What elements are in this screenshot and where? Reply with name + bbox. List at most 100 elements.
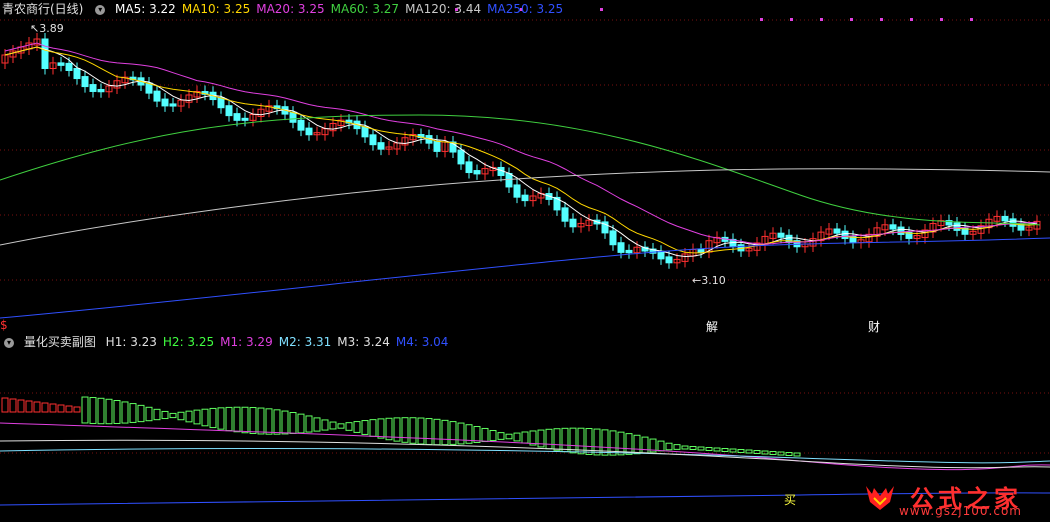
candlestick-chart[interactable] — [0, 0, 1050, 333]
histogram-bar — [481, 427, 489, 443]
histogram-bar — [369, 419, 377, 437]
histogram-bar — [345, 422, 353, 431]
sub-value-5: M4: 3.04 — [395, 335, 449, 349]
sub-value-3: M2: 3.31 — [278, 335, 332, 349]
histogram-bar — [265, 408, 273, 435]
histogram-bar — [33, 401, 41, 413]
histogram-bar — [425, 418, 433, 445]
histogram-bar — [473, 426, 481, 443]
histogram-bar — [361, 420, 369, 435]
histogram-bar — [177, 411, 185, 421]
histogram-bar — [305, 415, 313, 433]
histogram-bar — [105, 398, 113, 425]
ma-value-5: MA250: 3.25 — [487, 2, 564, 16]
histogram-bar — [689, 446, 697, 450]
ma-value-4: MA120: 3.44 — [405, 2, 482, 16]
histogram-bar — [65, 405, 73, 413]
histogram-bar — [25, 400, 33, 413]
candle-body — [377, 142, 385, 150]
candle-body — [897, 226, 905, 235]
histogram-bar — [17, 399, 25, 413]
jie-marker: 解 — [706, 320, 719, 334]
histogram-bar — [289, 411, 297, 435]
histogram-bar — [657, 440, 665, 452]
histogram-bar — [441, 419, 449, 446]
main-chart-panel[interactable]: 青农商行(日线) ▾ MA5: 3.22 MA10: 3.25 MA20: 3.25… — [0, 0, 1050, 334]
histogram-bar — [409, 417, 417, 444]
ma250-line — [0, 237, 1050, 319]
histogram-bar — [449, 421, 457, 445]
histogram-bar — [401, 417, 409, 443]
watermark-url: www.gszj100.com — [898, 504, 1022, 518]
sub-chart-title: 量化买卖副图 — [23, 335, 96, 349]
histogram-bar — [633, 434, 641, 455]
cai-marker: 财 — [868, 320, 881, 334]
histogram-bar — [457, 422, 465, 445]
sub-value-4: M3: 3.24 — [337, 335, 390, 349]
histogram-bar — [57, 404, 65, 413]
histogram-bar — [641, 436, 649, 454]
histogram-bar — [561, 427, 569, 453]
candle-body — [433, 140, 441, 152]
m2-line — [0, 448, 1050, 464]
ma20-line — [4, 42, 1038, 245]
signal-dot — [850, 18, 853, 21]
histogram-bar — [121, 401, 129, 424]
signal-dot — [880, 18, 883, 21]
histogram-bar — [793, 452, 801, 457]
histogram-bar — [241, 406, 249, 434]
candle-body — [617, 242, 625, 253]
histogram-bar — [81, 396, 89, 424]
histogram-bar — [161, 410, 169, 420]
collapse-icon[interactable]: ▾ — [95, 4, 106, 15]
histogram-bar — [297, 413, 305, 434]
histogram-bar — [713, 447, 721, 452]
candle-body — [241, 117, 249, 121]
histogram-bar — [673, 444, 681, 450]
candle-body — [1001, 215, 1009, 222]
ma-value-3: MA60: 3.27 — [330, 2, 400, 16]
sub-chart-panel[interactable]: ▾ 量化买卖副图 H1: 3.23 H2: 3.25 M1: 3.29 M2: 3.3… — [0, 333, 1050, 522]
histogram-bar — [233, 406, 241, 433]
ma-value-1: MA10: 3.25 — [181, 2, 251, 16]
histogram-bar — [185, 410, 193, 423]
candle-body — [609, 230, 617, 246]
histogram-bar — [745, 449, 753, 454]
site-watermark: 公式之家 www.gszj100.com — [862, 479, 1022, 518]
candle-body — [81, 76, 89, 88]
histogram-bar — [145, 406, 153, 422]
histogram-bar — [433, 418, 441, 446]
histogram-bar — [681, 445, 689, 450]
m1-line — [0, 422, 1050, 471]
histogram-bar — [521, 431, 529, 444]
ma-legend-values: MA5: 3.22 MA10: 3.25 MA20: 3.25 MA60: 3.27 M… — [115, 2, 569, 16]
histogram-bar — [313, 417, 321, 432]
ma-value-0: MA5: 3.22 — [115, 2, 176, 16]
collapse-icon[interactable]: ▾ — [4, 337, 14, 348]
candle-body — [169, 103, 177, 107]
signal-dot — [970, 18, 973, 21]
signal-dot — [820, 18, 823, 21]
candle-body — [889, 224, 897, 230]
histogram-bar — [273, 409, 281, 435]
candle-body — [297, 119, 305, 131]
histogram-bar — [417, 417, 425, 445]
candle-body — [513, 184, 521, 198]
histogram-bar — [153, 408, 161, 421]
signal-dot — [760, 18, 763, 21]
histogram-bar — [225, 406, 233, 432]
histogram-bar — [89, 397, 97, 424]
sub-value-1: H2: 3.25 — [162, 335, 215, 349]
candle-body — [465, 161, 473, 174]
histogram-bar — [209, 407, 217, 429]
candle-body — [233, 113, 241, 121]
histogram-bar — [705, 447, 713, 451]
histogram-bar — [505, 433, 513, 440]
histogram-bar — [497, 432, 505, 440]
candle-body — [41, 38, 49, 69]
candle-body — [777, 232, 785, 238]
histogram-bar — [489, 430, 497, 441]
sub-legend: ▾ 量化买卖副图 H1: 3.23 H2: 3.25 M1: 3.29 M2: 3.3… — [2, 333, 460, 351]
histogram-bar — [697, 446, 705, 451]
histogram-bar — [257, 407, 265, 435]
